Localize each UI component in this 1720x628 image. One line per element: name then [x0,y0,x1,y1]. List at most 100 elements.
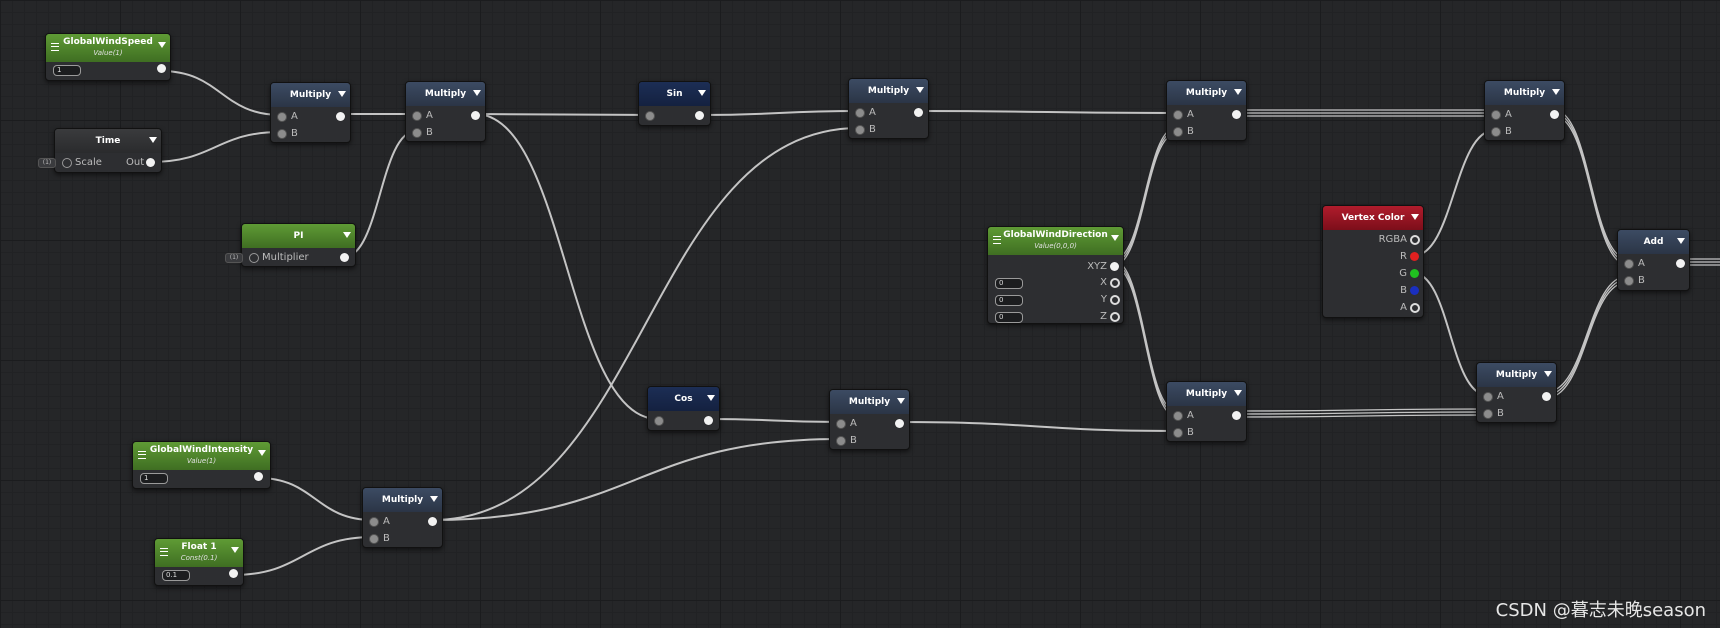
output-port-a[interactable] [1410,303,1420,313]
node-header[interactable]: GlobalWindSpeed Value(1) [46,34,170,62]
node-multiply[interactable]: Multiply A B [848,78,929,139]
node-multiply[interactable]: Multiply A B [829,389,910,450]
dropdown-arrow-icon[interactable] [916,87,924,93]
node-multiply[interactable]: Multiply A B [1484,80,1565,141]
input-port-b[interactable] [1491,127,1501,137]
input-port-b[interactable] [836,436,846,446]
dropdown-arrow-icon[interactable] [231,547,239,553]
dropdown-arrow-icon[interactable] [338,91,346,97]
node-header[interactable]: Multiply [1477,363,1556,387]
value-field[interactable]: 0.1 [162,570,190,581]
output-port[interactable] [1542,392,1551,401]
hamburger-menu-icon[interactable] [138,451,146,459]
input-port-a[interactable] [277,112,287,122]
node-header[interactable]: Cos [648,387,719,411]
input-port-multiplier[interactable] [249,253,259,263]
input-port-a[interactable] [855,108,865,118]
output-port[interactable] [895,419,904,428]
input-port-b[interactable] [1624,276,1634,286]
input-port-a[interactable] [836,419,846,429]
hamburger-menu-icon[interactable] [993,236,1001,244]
node-sin[interactable]: Sin [638,81,711,126]
output-port-g[interactable] [1410,269,1419,278]
dropdown-arrow-icon[interactable] [1111,235,1119,241]
output-port-out[interactable] [146,158,155,167]
output-port[interactable] [1676,259,1685,268]
input-port-b[interactable] [855,125,865,135]
output-port-x[interactable] [1110,278,1120,288]
node-header[interactable]: Multiply [1485,81,1564,105]
input-port[interactable] [654,416,664,426]
node-multiply[interactable]: Multiply A B [1476,362,1557,423]
dropdown-arrow-icon[interactable] [343,232,351,238]
node-header[interactable]: Multiply [1167,382,1246,406]
dropdown-arrow-icon[interactable] [473,90,481,96]
node-header[interactable]: GlobalWindDirection Value(0,0,0) [988,227,1123,255]
input-port[interactable] [645,111,655,121]
value-field-y[interactable]: 0 [995,295,1023,306]
value-field[interactable]: 1 [140,473,168,484]
dropdown-arrow-icon[interactable] [1552,89,1560,95]
input-port-a[interactable] [1624,259,1634,269]
node-global-wind-intensity[interactable]: GlobalWindIntensity Value(1) 1 [132,441,271,489]
node-header[interactable]: GlobalWindIntensity Value(1) [133,442,270,470]
node-multiply[interactable]: Multiply A B [405,81,486,142]
node-cos[interactable]: Cos [647,386,720,431]
node-header[interactable]: Multiply [271,83,350,107]
output-port[interactable] [1232,411,1241,420]
output-port[interactable] [704,416,713,425]
input-port-b[interactable] [277,129,287,139]
output-port-z[interactable] [1110,312,1120,322]
hamburger-menu-icon[interactable] [51,43,59,51]
node-global-wind-direction[interactable]: GlobalWindDirection Value(0,0,0) XYZ 0 X… [987,226,1124,324]
input-port-b[interactable] [1483,409,1493,419]
output-port-xyz[interactable] [1110,262,1119,271]
node-header[interactable]: Multiply [849,79,928,103]
output-port-rgba[interactable] [1410,235,1420,245]
node-header[interactable]: Vertex Color [1323,206,1423,230]
output-port[interactable] [428,517,437,526]
value-field-x[interactable]: 0 [995,278,1023,289]
input-port-a[interactable] [1173,411,1183,421]
node-header[interactable]: Multiply [406,82,485,106]
node-time[interactable]: Time (1) Scale Out [38,128,162,173]
output-port[interactable] [914,108,923,117]
node-add[interactable]: Add A B [1617,229,1690,291]
dropdown-arrow-icon[interactable] [707,395,715,401]
dropdown-arrow-icon[interactable] [1677,238,1685,244]
dropdown-arrow-icon[interactable] [698,90,706,96]
output-port[interactable] [695,111,704,120]
node-header[interactable]: Time [55,129,161,153]
node-multiply[interactable]: Multiply A B [362,487,443,548]
node-header[interactable]: Add [1618,230,1689,254]
dropdown-arrow-icon[interactable] [258,450,266,456]
dropdown-arrow-icon[interactable] [1411,214,1419,220]
node-header[interactable]: PI [242,224,355,248]
output-port[interactable] [340,253,349,262]
input-port-a[interactable] [412,111,422,121]
dropdown-arrow-icon[interactable] [897,398,905,404]
value-field-z[interactable]: 0 [995,312,1023,323]
node-float-1[interactable]: Float 1 Const(0.1) 0.1 [154,538,244,586]
input-port-scale[interactable] [62,158,72,168]
dropdown-arrow-icon[interactable] [1544,371,1552,377]
dropdown-arrow-icon[interactable] [1234,89,1242,95]
value-field[interactable]: 1 [53,65,81,76]
output-port[interactable] [1550,110,1559,119]
output-port[interactable] [336,112,345,121]
dropdown-arrow-icon[interactable] [430,496,438,502]
output-port[interactable] [254,472,263,481]
node-header[interactable]: Sin [639,82,710,106]
node-vertex-color[interactable]: Vertex Color RGBA R G B A [1322,205,1424,318]
input-port-a[interactable] [369,517,379,527]
node-header[interactable]: Multiply [363,488,442,512]
dropdown-arrow-icon[interactable] [158,42,166,48]
input-port-a[interactable] [1173,110,1183,120]
input-port-a[interactable] [1483,392,1493,402]
node-header[interactable]: Float 1 Const(0.1) [155,539,243,567]
node-multiply[interactable]: Multiply A B [1166,80,1247,141]
node-global-wind-speed[interactable]: GlobalWindSpeed Value(1) 1 [45,33,171,81]
hamburger-menu-icon[interactable] [160,548,168,556]
node-header[interactable]: Multiply [1167,81,1246,105]
input-value-tag[interactable]: (1) [38,158,56,168]
